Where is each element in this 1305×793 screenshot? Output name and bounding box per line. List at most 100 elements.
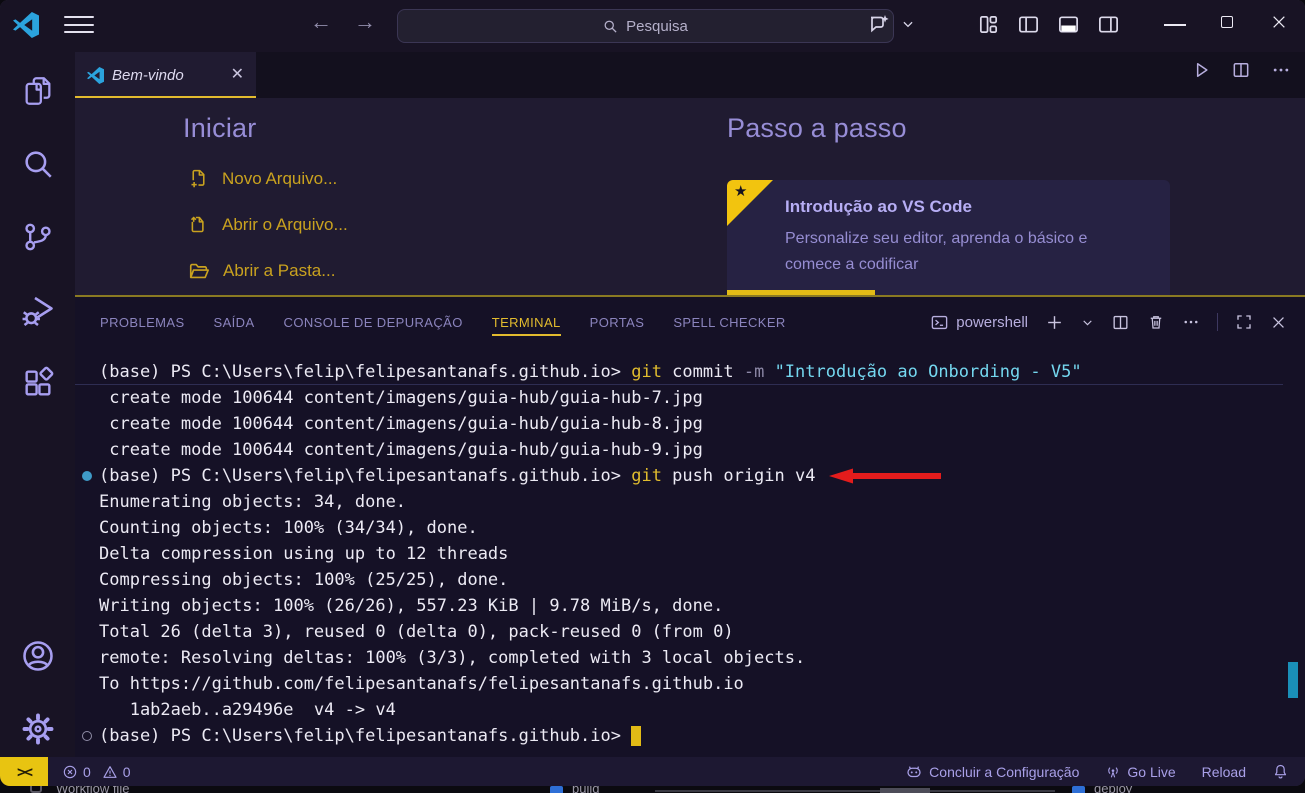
terminal-text: -m <box>744 362 764 382</box>
terminal-text: push origin v4 <box>662 466 816 486</box>
terminal-output[interactable]: (base) PS C:\Users\felip\felipesantanafs… <box>75 347 1283 757</box>
toggle-primary-sidebar-icon[interactable] <box>1017 13 1040 36</box>
tab-output[interactable]: SAÍDA <box>214 309 255 336</box>
powershell-icon <box>930 313 949 332</box>
background-connector-line <box>655 790 1055 792</box>
command-decoration-icon[interactable] <box>82 731 92 741</box>
terminal-line: Writing objects: 100% (26/26), 557.23 Ki… <box>75 593 1283 619</box>
terminal-line: Counting objects: 100% (34/34), done. <box>75 515 1283 541</box>
annotation-arrow <box>829 468 941 484</box>
terminal-text: 1ab2aeb..a29496e v4 -> v4 <box>99 700 396 720</box>
terminal-text: Counting objects: 100% (34/34), done. <box>99 518 478 538</box>
remote-indicator-button[interactable]: >< <box>0 757 48 786</box>
warning-icon <box>102 764 118 780</box>
search-placeholder: Pesquisa <box>626 18 688 35</box>
maximize-panel-icon[interactable] <box>1235 313 1253 331</box>
open-folder-link[interactable]: Abrir a Pasta... <box>188 260 335 282</box>
terminal-line: Delta compression using up to 12 threads <box>75 541 1283 567</box>
extensions-icon[interactable] <box>0 359 75 407</box>
tab-label: Bem-vindo <box>112 67 223 84</box>
walkthrough-heading: Passo a passo <box>727 113 907 144</box>
explorer-icon[interactable] <box>0 67 75 115</box>
open-file-link[interactable]: Abrir o Arquivo... <box>188 214 348 235</box>
terminal-text <box>764 362 774 382</box>
panel-more-actions-icon[interactable] <box>1182 313 1200 331</box>
terminal-line: Total 26 (delta 3), reused 0 (delta 0), … <box>75 619 1283 645</box>
tab-ports[interactable]: PORTAS <box>590 309 645 336</box>
close-panel-icon[interactable] <box>1270 314 1287 331</box>
scrollbar-command-mark <box>1288 662 1298 698</box>
terminal-line: (base) PS C:\Users\felip\felipesantanafs… <box>75 723 1283 749</box>
error-icon <box>62 764 78 780</box>
tab-bem-vindo[interactable]: Bem-vindo ✕ <box>75 52 257 98</box>
tab-debug-console[interactable]: CONSOLE DE DEPURAÇÃO <box>284 309 463 336</box>
search-view-icon[interactable] <box>0 140 75 188</box>
nav-back-button[interactable]: ← <box>308 9 334 35</box>
finish-setup-button[interactable]: Concluir a Configuração <box>905 763 1079 781</box>
toggle-panel-icon[interactable] <box>1057 13 1080 36</box>
tab-close-icon[interactable]: ✕ <box>231 67 244 83</box>
terminal-text: (base) PS C:\Users\felip\felipesantanafs… <box>99 466 631 486</box>
terminal-text: remote: Resolving deltas: 100% (3/3), co… <box>99 648 805 668</box>
customize-layout-icon[interactable] <box>977 13 1000 36</box>
menu-hamburger-button[interactable] <box>64 16 94 36</box>
terminal-text: Delta compression using up to 12 threads <box>99 544 508 564</box>
terminal-line: create mode 100644 content/imagens/guia-… <box>75 411 1283 437</box>
bottom-panel: PROBLEMAS SAÍDA CONSOLE DE DEPURAÇÃO TER… <box>75 297 1305 757</box>
activity-bar <box>0 52 75 757</box>
copilot-chat-icon[interactable] <box>867 12 891 36</box>
walkthrough-card[interactable]: ★ Introdução ao VS Code Personalize seu … <box>727 180 1170 295</box>
command-center-search[interactable]: Pesquisa <box>397 9 894 43</box>
terminal-text: commit <box>662 362 744 382</box>
run-debug-icon[interactable] <box>0 286 75 334</box>
source-control-icon[interactable] <box>0 213 75 261</box>
tab-terminal[interactable]: TERMINAL <box>492 309 561 336</box>
start-heading: Iniciar <box>183 113 256 144</box>
reload-button[interactable]: Reload <box>1202 764 1246 780</box>
terminal-line: 1ab2aeb..a29496e v4 -> v4 <box>75 697 1283 723</box>
tab-spell-checker[interactable]: SPELL CHECKER <box>673 309 785 336</box>
search-icon <box>603 19 618 34</box>
terminal-line: (base) PS C:\Users\felip\felipesantanafs… <box>75 463 1283 489</box>
open-file-icon <box>188 214 209 235</box>
problems-status[interactable]: 0 0 <box>62 764 131 780</box>
new-file-link[interactable]: Novo Arquivo... <box>188 168 337 189</box>
more-actions-icon[interactable] <box>1271 60 1291 80</box>
split-editor-icon[interactable] <box>1231 60 1251 80</box>
go-live-label: Go Live <box>1127 764 1175 780</box>
run-file-icon[interactable] <box>1191 60 1211 80</box>
reload-label: Reload <box>1202 764 1246 780</box>
settings-gear-icon[interactable] <box>0 705 75 753</box>
terminal-line: remote: Resolving deltas: 100% (3/3), co… <box>75 645 1283 671</box>
nav-forward-button[interactable]: → <box>352 9 378 35</box>
terminal-shell-selector[interactable]: powershell <box>930 313 1028 332</box>
finish-setup-label: Concluir a Configuração <box>929 764 1079 780</box>
star-icon: ★ <box>734 182 747 200</box>
background-deploy-icon <box>1072 786 1085 793</box>
go-live-button[interactable]: Go Live <box>1105 764 1175 780</box>
new-terminal-icon[interactable] <box>1045 313 1064 332</box>
terminal-text: "Introdução ao Onbording - V5" <box>775 362 1082 382</box>
window-maximize-button[interactable] <box>1201 0 1253 44</box>
panel-actions-separator <box>1217 313 1218 331</box>
broadcast-icon <box>1105 764 1121 780</box>
command-decoration-icon[interactable] <box>82 471 92 481</box>
tab-problems[interactable]: PROBLEMAS <box>100 309 185 336</box>
kill-terminal-icon[interactable] <box>1147 313 1165 331</box>
editor-tab-strip: Bem-vindo ✕ <box>75 52 1305 98</box>
account-icon[interactable] <box>0 632 75 680</box>
notifications-bell-icon[interactable] <box>1272 763 1289 780</box>
vscode-window: ← → Pesquisa <box>0 0 1305 786</box>
toggle-secondary-sidebar-icon[interactable] <box>1097 13 1120 36</box>
terminal-line: create mode 100644 content/imagens/guia-… <box>75 385 1283 411</box>
split-terminal-icon[interactable] <box>1111 313 1130 332</box>
terminal-dropdown-chevron-icon[interactable] <box>1081 316 1094 329</box>
window-close-button[interactable] <box>1253 0 1305 44</box>
walkthrough-card-description: Personalize seu editor, aprenda o básico… <box>785 226 1145 277</box>
terminal-line: (base) PS C:\Users\felip\felipesantanafs… <box>75 359 1283 385</box>
window-minimize-button[interactable] <box>1149 0 1201 44</box>
walkthrough-card-title: Introdução ao VS Code <box>785 197 972 217</box>
terminal-line: To https://github.com/felipesantanafs/fe… <box>75 671 1283 697</box>
new-file-icon <box>188 168 209 189</box>
copilot-chevron-down-icon[interactable] <box>901 17 915 31</box>
